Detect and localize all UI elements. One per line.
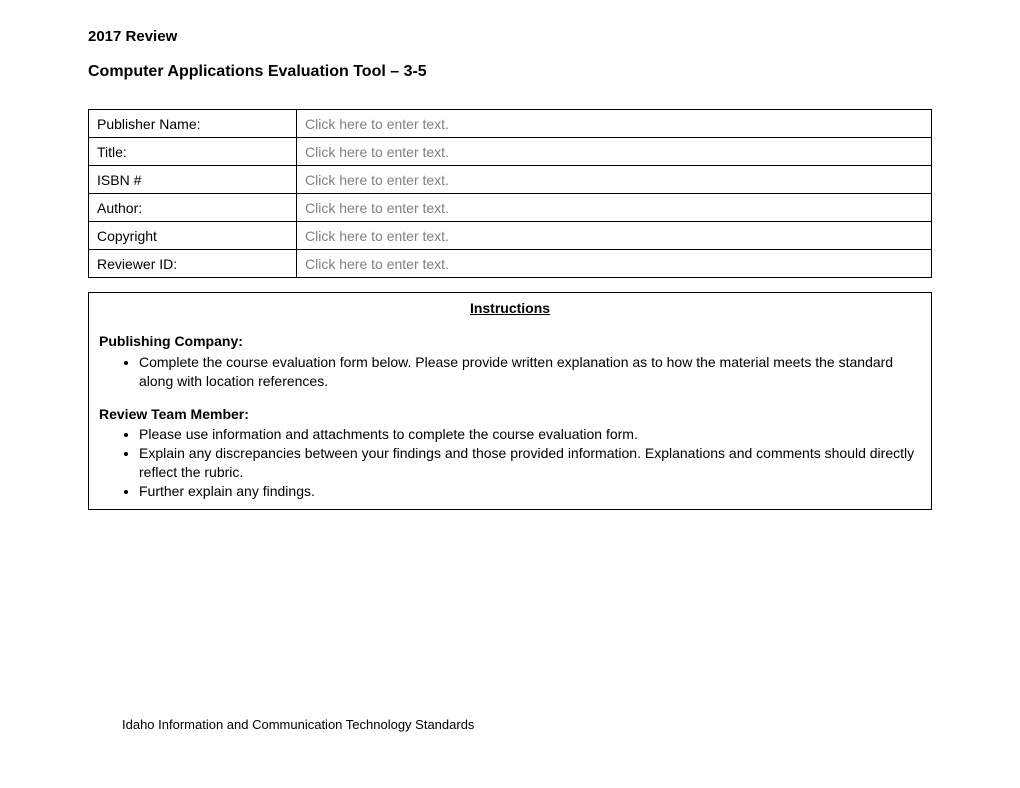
table-row: Reviewer ID: Click here to enter text. [89,250,932,278]
list-item: Further explain any findings. [139,482,921,501]
field-label-isbn: ISBN # [89,166,297,194]
review-team-heading: Review Team Member: [99,405,921,424]
field-label-reviewer-id: Reviewer ID: [89,250,297,278]
field-input-title[interactable]: Click here to enter text. [297,138,932,166]
table-row: ISBN # Click here to enter text. [89,166,932,194]
publishing-company-list: Complete the course evaluation form belo… [99,353,921,391]
field-input-copyright[interactable]: Click here to enter text. [297,222,932,250]
field-input-publisher[interactable]: Click here to enter text. [297,110,932,138]
instructions-heading: Instructions [99,299,921,318]
table-row: Author: Click here to enter text. [89,194,932,222]
list-item: Explain any discrepancies between your f… [139,444,921,482]
field-label-author: Author: [89,194,297,222]
publishing-company-heading: Publishing Company: [99,332,921,351]
instructions-box: Instructions Publishing Company: Complet… [88,292,932,510]
list-item: Complete the course evaluation form belo… [139,353,921,391]
list-item: Please use information and attachments t… [139,425,921,444]
field-input-author[interactable]: Click here to enter text. [297,194,932,222]
table-row: Title: Click here to enter text. [89,138,932,166]
page-title: Computer Applications Evaluation Tool – … [88,63,932,81]
review-year-heading: 2017 Review [88,28,932,45]
field-label-title: Title: [89,138,297,166]
info-table: Publisher Name: Click here to enter text… [88,109,932,278]
field-label-copyright: Copyright [89,222,297,250]
field-label-publisher: Publisher Name: [89,110,297,138]
review-team-list: Please use information and attachments t… [99,425,921,501]
table-row: Copyright Click here to enter text. [89,222,932,250]
field-input-reviewer-id[interactable]: Click here to enter text. [297,250,932,278]
footer-text: Idaho Information and Communication Tech… [122,717,474,732]
table-row: Publisher Name: Click here to enter text… [89,110,932,138]
field-input-isbn[interactable]: Click here to enter text. [297,166,932,194]
